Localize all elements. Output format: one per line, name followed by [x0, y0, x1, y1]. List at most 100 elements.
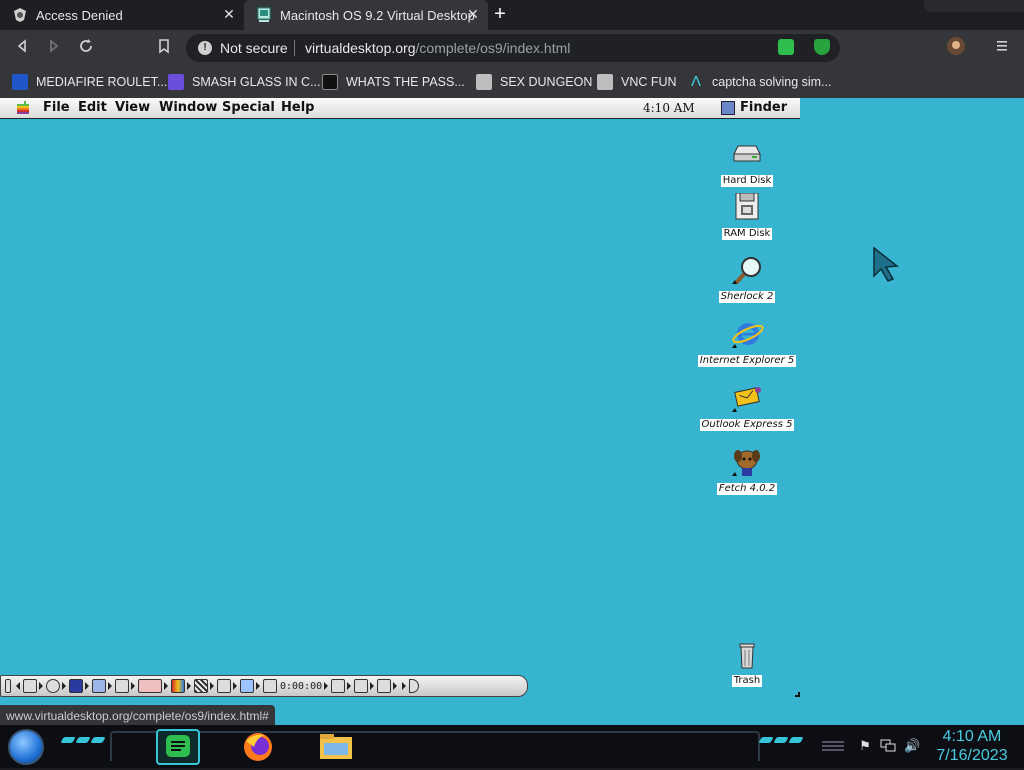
windows-taskbar: ⚑ 🔊 4:10 AM 7/16/2023 — [0, 725, 1024, 768]
start-button[interactable] — [8, 729, 44, 765]
bookmark-whats-the-pass[interactable]: WHATS THE PASS... — [322, 72, 465, 92]
trash[interactable]: Trash — [692, 640, 802, 688]
lambda-icon: Λ — [690, 73, 702, 90]
tab-access-denied[interactable]: Access Denied ✕ — [0, 0, 244, 30]
menu-clock[interactable]: 4:10 AM — [643, 101, 695, 115]
taskbar-app-chat[interactable] — [156, 729, 200, 765]
control-strip-tab[interactable] — [5, 678, 11, 694]
menu-help[interactable]: Help — [281, 100, 314, 115]
control-strip-scroll-left[interactable] — [14, 678, 20, 694]
menu-button[interactable] — [992, 38, 1012, 58]
url-host: virtualdesktop.org — [305, 40, 416, 56]
folder-icon — [320, 734, 352, 759]
bookmarks-bar: MEDIAFIRE ROULET... SMASH GLASS IN C... … — [0, 66, 1024, 98]
bookmark-label: captcha solving sim... — [712, 75, 832, 89]
address-bar[interactable]: ! Not secure virtualdesktop.org/complete… — [186, 34, 840, 62]
icon-label: Internet Explorer 5 — [697, 355, 797, 367]
control-strip-resolution[interactable] — [194, 678, 214, 694]
extension-shield-icon[interactable] — [814, 39, 830, 55]
control-strip-volume[interactable] — [331, 678, 352, 694]
sheriff-icon — [14, 8, 26, 22]
control-strip-sound-input[interactable] — [354, 678, 375, 694]
control-strip[interactable]: 0:00:00 — [0, 675, 528, 697]
internet-explorer-5[interactable]: Internet Explorer 5 — [692, 320, 802, 368]
forward-button[interactable] — [44, 38, 64, 58]
ram-disk[interactable]: RAM Disk — [692, 193, 802, 241]
fetch-dog-icon — [732, 450, 760, 476]
back-button[interactable] — [12, 38, 32, 58]
menu-edit[interactable]: Edit — [78, 100, 107, 115]
control-strip-printer[interactable] — [217, 678, 237, 694]
taskbar-decoration-right — [758, 737, 805, 747]
control-strip-web-sharing[interactable] — [377, 678, 398, 694]
menu-file[interactable]: File — [43, 100, 70, 115]
taskbar-clock-time[interactable]: 4:10 AM — [930, 728, 1014, 746]
bookmark-label: SEX DUNGEON — [500, 75, 593, 89]
menu-special[interactable]: Special — [222, 100, 275, 115]
bookmark-smash-glass[interactable]: SMASH GLASS IN C... — [168, 72, 321, 92]
control-strip-end-cap[interactable] — [409, 678, 420, 694]
bookmark-label: MEDIAFIRE ROULET... — [36, 75, 168, 89]
hard-disk[interactable]: Hard Disk — [692, 140, 802, 188]
security-label[interactable]: Not secure — [220, 40, 288, 56]
control-strip-filesharing[interactable] — [92, 678, 112, 694]
network-icon[interactable] — [880, 739, 896, 753]
extension-chat-icon[interactable] — [778, 39, 794, 55]
control-strip-color-depth[interactable] — [171, 678, 191, 694]
control-strip-colors[interactable] — [69, 678, 89, 694]
bookmark-label: SMASH GLASS IN C... — [192, 75, 321, 89]
fetch-4-0-2[interactable]: Fetch 4.0.2 — [692, 448, 802, 496]
control-strip-keychain[interactable] — [138, 678, 168, 694]
visualstudio-icon — [168, 74, 184, 90]
menu-window[interactable]: Window — [159, 100, 217, 115]
resize-corner-icon — [795, 692, 800, 697]
tab-macintosh-os[interactable]: Macintosh OS 9.2 Virtual Desktop ✕ — [244, 0, 488, 30]
bookmark-label: VNC FUN — [621, 75, 677, 89]
tab-strip: Access Denied ✕ Macintosh OS 9.2 Virtual… — [0, 0, 1024, 30]
profile-avatar[interactable] — [946, 36, 966, 56]
info-icon[interactable]: ! — [198, 41, 212, 55]
back-icon — [17, 39, 26, 53]
window-controls — [924, 0, 1024, 12]
bookmark-icon — [159, 39, 169, 54]
bookmark-mediafire[interactable]: MEDIAFIRE ROULET... — [12, 72, 167, 92]
taskbar-frame — [110, 731, 760, 761]
bookmark-button[interactable] — [154, 38, 174, 58]
url-text[interactable]: virtualdesktop.org/complete/os9/index.ht… — [305, 40, 570, 56]
icon-label: Sherlock 2 — [718, 291, 776, 303]
taskbar-clock-date[interactable]: 7/16/2023 — [930, 747, 1014, 765]
apple-logo-icon[interactable] — [15, 100, 31, 116]
control-strip-cd[interactable] — [46, 678, 66, 694]
icon-label: Trash — [731, 675, 763, 687]
close-icon[interactable]: ✕ — [222, 7, 236, 21]
menu-view[interactable]: View — [115, 100, 150, 115]
outlook-express-5[interactable]: Outlook Express 5 — [692, 384, 802, 432]
bookmark-vnc-fun[interactable]: VNC FUN — [597, 72, 677, 92]
divider — [294, 40, 295, 56]
firefox-icon — [244, 733, 272, 761]
sheriff-icon — [476, 74, 492, 90]
close-icon[interactable]: ✕ — [466, 7, 480, 21]
control-strip-lock[interactable] — [115, 678, 135, 694]
reload-button[interactable] — [76, 38, 96, 58]
new-tab-button[interactable]: + — [490, 4, 510, 25]
macos-desktop[interactable]: File Edit View Window Special Help 4:10 … — [0, 98, 1024, 725]
control-strip-timer[interactable]: 0:00:00 — [263, 678, 329, 694]
mediafire-icon — [12, 74, 28, 90]
application-menu[interactable]: Finder — [740, 100, 787, 115]
control-strip-monitor[interactable] — [23, 678, 43, 694]
bookmark-sex-dungeon[interactable]: SEX DUNGEON — [476, 72, 592, 92]
taskbar-app-firefox[interactable] — [238, 729, 282, 765]
status-link-preview: www.virtualdesktop.org/complete/os9/inde… — [0, 705, 275, 727]
action-center-flag-icon[interactable]: ⚑ — [857, 739, 873, 753]
bookmark-captcha[interactable]: Λ captcha solving sim... — [688, 72, 832, 92]
terminal-icon — [322, 74, 338, 90]
sherlock-2[interactable]: Sherlock 2 — [692, 256, 802, 304]
finder-icon — [721, 101, 735, 115]
taskbar-app-file-explorer[interactable] — [316, 729, 360, 765]
mac-menu-bar: File Edit View Window Special Help 4:10 … — [0, 98, 800, 119]
control-strip-search[interactable] — [240, 678, 260, 694]
control-strip-scroll-right[interactable] — [400, 678, 407, 694]
volume-icon[interactable]: 🔊 — [904, 739, 920, 753]
url-path: /complete/os9/index.html — [415, 40, 571, 56]
